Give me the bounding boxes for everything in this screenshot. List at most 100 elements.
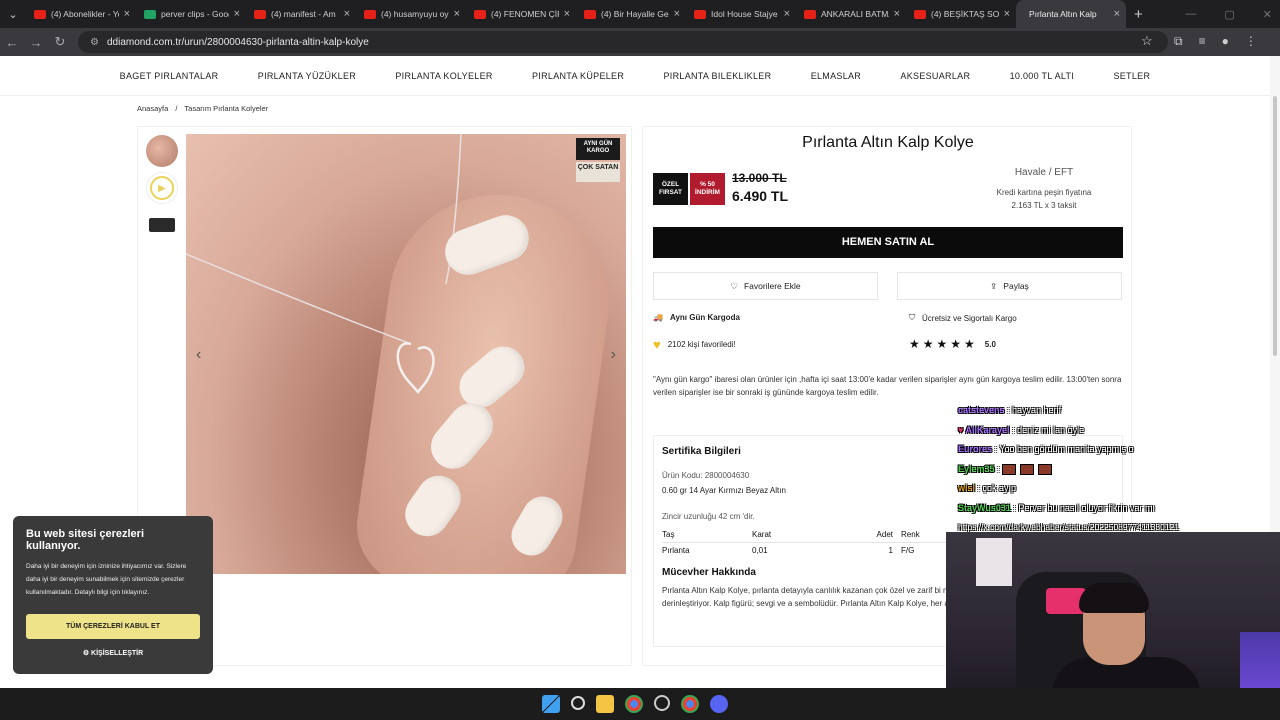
- tab-title: (4) husamyuyu oy: [381, 9, 449, 19]
- thumbnail-product[interactable]: [146, 135, 178, 167]
- chat-text: : deniz mi lan öyle: [1012, 424, 1085, 435]
- truck-icon: [149, 218, 175, 232]
- tab-search-icon[interactable]: ⌄: [0, 0, 26, 28]
- stream-chat-overlay: catstevens : hayvan herif ♥ AliKarayel :…: [958, 401, 1258, 538]
- maximize-icon[interactable]: ▢: [1224, 8, 1234, 21]
- emote-icon: [1002, 463, 1017, 475]
- tab-title: (4) manifest - Am: [271, 9, 336, 19]
- browser-tab[interactable]: ANKARALI BATMA ×: [796, 0, 906, 28]
- close-tab-icon[interactable]: ×: [454, 8, 460, 20]
- product-title: Pırlanta Altın Kalp Kolye: [802, 134, 974, 151]
- chat-user: wisl: [958, 483, 976, 493]
- extensions-icon[interactable]: ⧉: [1174, 34, 1183, 49]
- discord-icon[interactable]: [710, 695, 728, 713]
- thumbnail-video[interactable]: ▶: [146, 172, 178, 204]
- url-field[interactable]: ⚙ ddiamond.com.tr/urun/2800004630-pirlan…: [78, 31, 1168, 53]
- close-tab-icon[interactable]: ×: [784, 8, 790, 20]
- browser-tab[interactable]: (4) Bir Hayalle Ge ×: [576, 0, 686, 28]
- add-favorite-button[interactable]: ♡ Favorilere Ekle: [653, 272, 878, 300]
- nav-sets[interactable]: SETLER: [1113, 71, 1150, 81]
- windows-taskbar: [0, 688, 1280, 720]
- chat-message: StayWus031 : Perver bu nasıl oluyor fikr…: [958, 499, 1258, 519]
- forward-icon[interactable]: →: [24, 35, 48, 50]
- browser-tab[interactable]: (4) BEŞİKTAŞ SOK ×: [906, 0, 1016, 28]
- bookmark-star-icon[interactable]: ☆: [1141, 33, 1153, 49]
- close-window-icon[interactable]: ✕: [1263, 8, 1272, 21]
- nav-earrings[interactable]: PIRLANTA KÜPELER: [532, 71, 624, 81]
- close-tab-icon[interactable]: ×: [124, 8, 130, 20]
- tab-title: (4) Abonelikler - YouTube: [51, 9, 119, 19]
- nav-rings[interactable]: PIRLANTA YÜZÜKLER: [258, 71, 356, 81]
- gallery-prev-icon[interactable]: ‹: [196, 346, 201, 364]
- youtube-icon: [694, 9, 706, 19]
- file-explorer-icon[interactable]: [596, 695, 614, 713]
- close-tab-icon[interactable]: ×: [344, 8, 350, 20]
- reading-list-icon[interactable]: ≡: [1199, 34, 1206, 49]
- product-main-image[interactable]: AYNI GÜN KARGO ÇOK SATAN ‹ ›: [186, 134, 626, 574]
- tab-title: ANKARALI BATMA: [821, 9, 889, 19]
- current-price: 6.490 TL: [732, 188, 789, 204]
- rating-value: 5.0: [984, 339, 996, 349]
- table-header: Taş: [662, 527, 752, 543]
- browser-tab[interactable]: Idol House Stajye ×: [686, 0, 796, 28]
- share-button[interactable]: ⇪ Paylaş: [897, 272, 1122, 300]
- browser-tab[interactable]: (4) Abonelikler - YouTube ×: [26, 0, 136, 28]
- special-offer-badge: ÖZEL FIRSAT: [653, 173, 688, 205]
- youtube-icon: [34, 9, 46, 19]
- close-tab-icon[interactable]: ×: [234, 8, 240, 20]
- search-icon[interactable]: [571, 696, 585, 710]
- breadcrumb-home[interactable]: Anasayfa: [137, 104, 168, 113]
- favorite-count-feature: ♥ 2102 kişi favoriledi!: [653, 337, 736, 352]
- reload-icon[interactable]: ↻: [48, 34, 72, 50]
- breadcrumb-current[interactable]: Tasarım Pırlanta Kolyeler: [184, 104, 268, 113]
- discount-badge: % 50 İNDİRİM: [690, 173, 725, 205]
- chat-link: https://x.com/darkwebhaber/status/202250…: [958, 522, 1179, 532]
- browser-tab[interactable]: (4) husamyuyu oy ×: [356, 0, 466, 28]
- nav-under-10000[interactable]: 10.000 TL ALTI: [1010, 71, 1075, 81]
- emote-icon: [1020, 463, 1035, 475]
- youtube-icon: [474, 9, 486, 19]
- browser-tab[interactable]: (4) FENOMEN ÇİF ×: [466, 0, 576, 28]
- minimize-icon[interactable]: —: [1185, 8, 1196, 20]
- gallery-next-icon[interactable]: ›: [611, 346, 616, 364]
- thumbnail-cargo[interactable]: [146, 209, 178, 241]
- nav-baget[interactable]: BAGET PIRLANTALAR: [120, 71, 219, 81]
- back-icon[interactable]: ←: [0, 35, 24, 50]
- customize-cookies-button[interactable]: ⚙ KİŞİSELLEŞTİR: [13, 649, 213, 657]
- settings-icon[interactable]: [654, 695, 670, 711]
- chrome-icon[interactable]: [625, 695, 643, 713]
- profile-avatar[interactable]: ●: [1222, 34, 1229, 49]
- browser-tab[interactable]: (4) manifest - Am ×: [246, 0, 356, 28]
- chat-text: : Perver bu nasıl oluyor fikrin var mı: [1013, 502, 1155, 513]
- scrollbar-thumb[interactable]: [1273, 96, 1277, 356]
- browser-tab[interactable]: Pırlanta Altın Kalp ×: [1016, 0, 1126, 28]
- close-tab-icon[interactable]: ×: [1004, 8, 1010, 20]
- accept-cookies-button[interactable]: TÜM ÇEREZLERİ KABUL ET: [26, 614, 200, 639]
- close-tab-icon[interactable]: ×: [674, 8, 680, 20]
- share-label: Paylaş: [1003, 281, 1029, 291]
- cookie-text[interactable]: Daha iyi bir deneyim için izninize ihtiy…: [26, 560, 200, 599]
- close-tab-icon[interactable]: ×: [564, 8, 570, 20]
- youtube-icon: [914, 9, 926, 19]
- table-cell: Pırlanta: [662, 546, 690, 555]
- nav-accessories[interactable]: AKSESUARLAR: [900, 71, 970, 81]
- tab-title: Idol House Stajye: [711, 9, 778, 19]
- window-controls: — ▢ ✕: [1185, 0, 1272, 28]
- buy-now-button[interactable]: HEMEN SATIN AL: [653, 227, 1123, 258]
- cookie-banner: Bu web sitesi çerezleri kullanıyor. Daha…: [13, 516, 213, 674]
- browser-tab[interactable]: perver clips - Google ×: [136, 0, 246, 28]
- favorite-count-text: 2102 kişi favoriledi!: [667, 340, 736, 349]
- nav-necklaces[interactable]: PIRLANTA KOLYELER: [395, 71, 492, 81]
- menu-icon[interactable]: ⋮: [1245, 34, 1257, 49]
- new-tab-icon[interactable]: +: [1134, 6, 1143, 23]
- truck-icon: 🚚: [653, 313, 663, 322]
- close-tab-icon[interactable]: ×: [894, 8, 900, 20]
- close-tab-icon[interactable]: ×: [1114, 8, 1120, 20]
- nav-diamonds[interactable]: ELMASLAR: [811, 71, 861, 81]
- payment-note: Kredi kartına peşin fiyatına: [996, 188, 1092, 197]
- site-info-icon[interactable]: ⚙: [90, 37, 99, 48]
- windows-start-icon[interactable]: [542, 695, 560, 713]
- chrome-icon[interactable]: [681, 695, 699, 713]
- nav-bracelets[interactable]: PIRLANTA BILEKLIKLER: [663, 71, 771, 81]
- tab-title: (4) Bir Hayalle Ge: [601, 9, 669, 19]
